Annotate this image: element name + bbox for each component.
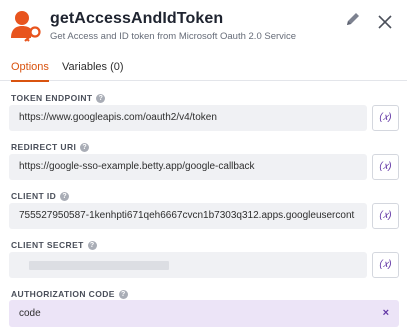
pencil-icon xyxy=(347,13,359,25)
redirect-uri-field[interactable]: https://google-sso-example.betty.app/goo… xyxy=(9,154,367,180)
token-endpoint-variable-button[interactable]: (𝑥) xyxy=(372,105,399,131)
client-id-variable-button[interactable]: (𝑥) xyxy=(372,203,399,229)
client-secret-label: CLIENT SECRET ? xyxy=(11,240,97,250)
page-subtitle: Get Access and ID token from Microsoft O… xyxy=(50,31,297,42)
help-icon[interactable]: ? xyxy=(96,93,106,103)
help-icon[interactable]: ? xyxy=(118,289,128,299)
client-id-label: CLIENT ID ? xyxy=(11,191,70,201)
help-icon[interactable]: ? xyxy=(60,191,70,201)
key-user-icon xyxy=(9,8,43,42)
tab-options[interactable]: Options xyxy=(11,61,49,82)
help-icon[interactable]: ? xyxy=(80,142,90,152)
help-icon[interactable]: ? xyxy=(87,240,97,250)
tab-variables[interactable]: Variables (0) xyxy=(62,61,124,81)
dialog-header: getAccessAndIdToken Get Access and ID to… xyxy=(0,0,407,52)
client-secret-variable-button[interactable]: (𝑥) xyxy=(372,252,399,278)
close-icon xyxy=(378,15,392,29)
close-button[interactable] xyxy=(377,14,393,30)
redirect-uri-label: REDIRECT URI ? xyxy=(11,142,90,152)
page-title: getAccessAndIdToken xyxy=(50,10,224,27)
client-id-field[interactable]: 755527950587-1kenhpti671qeh6667cvcn1b730… xyxy=(9,203,367,229)
tab-bar: Options Variables (0) xyxy=(0,57,407,82)
token-endpoint-field[interactable]: https://www.googleapis.com/oauth2/v4/tok… xyxy=(9,105,367,131)
redirect-uri-variable-button[interactable]: (𝑥) xyxy=(372,154,399,180)
masked-secret-value xyxy=(29,261,169,270)
clear-button[interactable]: × xyxy=(383,300,389,327)
authorization-code-label: AUTHORIZATION CODE ? xyxy=(11,289,128,299)
authorization-code-value: code xyxy=(19,308,41,319)
authorization-code-field[interactable]: code × xyxy=(9,300,399,327)
token-endpoint-label: TOKEN ENDPOINT ? xyxy=(11,93,106,103)
client-secret-field[interactable] xyxy=(9,252,367,278)
edit-button[interactable] xyxy=(344,10,362,28)
